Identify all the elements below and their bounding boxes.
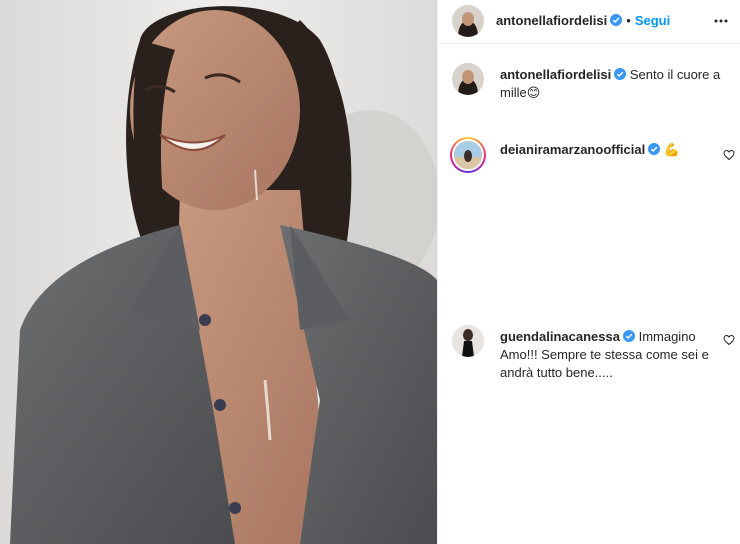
post-header: antonellafiordelisi • Segui: [438, 0, 740, 44]
comment: guendalinacanessa Immagino Amo!!! Sempre…: [500, 328, 715, 382]
post-photo[interactable]: [0, 0, 437, 544]
comment-username[interactable]: guendalinacanessa: [500, 329, 620, 344]
post-image: [0, 0, 437, 544]
separator-dot: •: [626, 13, 631, 28]
author-avatar[interactable]: [452, 5, 484, 37]
caption-avatar[interactable]: [452, 63, 484, 95]
verified-badge-icon: [614, 68, 627, 80]
verified-badge-icon: [610, 14, 623, 26]
more-options-icon[interactable]: [713, 13, 729, 29]
comment-text: 💪: [663, 142, 681, 157]
comment: deianiramarzanoofficial 💪: [500, 141, 710, 159]
follow-button[interactable]: Segui: [635, 13, 670, 28]
commenter-avatar[interactable]: [452, 325, 484, 357]
author-username[interactable]: antonellafiordelisi: [496, 13, 607, 28]
header-meta: antonellafiordelisi • Segui: [496, 12, 670, 30]
comment-username[interactable]: deianiramarzanoofficial: [500, 142, 645, 157]
heart-outline-icon[interactable]: [723, 334, 735, 346]
post-sidebar: antonellafiordelisi • Segui antonellafiord…: [437, 0, 740, 544]
caption: antonellafiordelisi Sento il cuore a mil…: [500, 66, 730, 102]
caption-username[interactable]: antonellafiordelisi: [500, 67, 611, 82]
verified-badge-icon: [648, 143, 661, 155]
commenter-avatar[interactable]: [450, 137, 486, 173]
heart-outline-icon[interactable]: [723, 149, 735, 161]
verified-badge-icon: [622, 330, 635, 342]
